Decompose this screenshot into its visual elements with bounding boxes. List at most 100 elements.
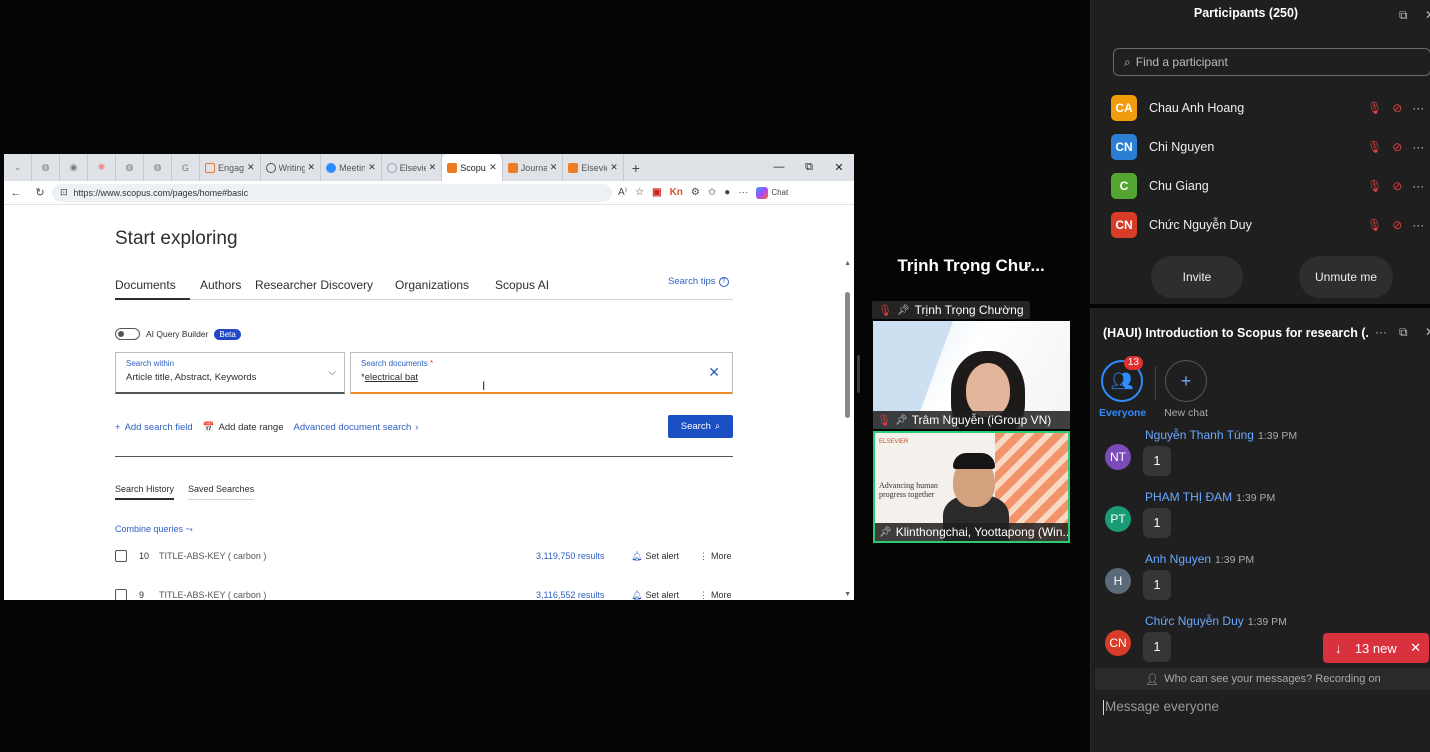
ai-query-builder-toggle[interactable]	[115, 328, 140, 340]
browser-tab-active[interactable]: Scopus✕	[442, 154, 503, 181]
clear-search-icon[interactable]: ✕	[708, 364, 720, 381]
close-icon[interactable]: ✕	[1410, 640, 1421, 656]
favorites-icon[interactable]: ✩	[708, 187, 716, 198]
browser-tab[interactable]: Journal✕	[503, 154, 564, 181]
search-button[interactable]: Search ⌕	[668, 415, 733, 438]
pinned-tab[interactable]: ◍	[32, 154, 60, 181]
search-documents-input[interactable]: Search documents * *electrical bat I ✕	[350, 352, 733, 394]
more-options-icon[interactable]: ···	[1412, 179, 1424, 193]
combine-queries-link[interactable]: Combine queries ⤳	[115, 524, 193, 535]
tab-actions-icon[interactable]: ⌄	[4, 154, 32, 181]
pinned-tab[interactable]: ◍	[116, 154, 144, 181]
close-tab-icon[interactable]: ✕	[489, 162, 497, 173]
new-tab-plus-icon[interactable]: +	[624, 160, 648, 176]
history-checkbox[interactable]	[115, 589, 127, 600]
minimize-icon[interactable]: —	[764, 161, 794, 174]
message-input[interactable]: Message everyone	[1103, 699, 1219, 715]
scroll-up-arrow-icon[interactable]: ▲	[844, 260, 851, 267]
channel-everyone[interactable]: 👥︎ 13 Everyone	[1099, 356, 1146, 419]
reload-icon[interactable]: ↻	[28, 186, 52, 199]
history-results-link[interactable]: 3,116,552 results	[536, 590, 631, 600]
participant-row[interactable]: CN Chức Nguyễn Duy 🎙︎ ⊘ ···	[1111, 211, 1430, 239]
close-tab-icon[interactable]: ✕	[247, 162, 255, 173]
tab-organizations[interactable]: Organizations	[395, 278, 495, 300]
pinned-tab[interactable]: ◍	[144, 154, 172, 181]
browser-tab[interactable]: Elsevier✕	[563, 154, 624, 181]
message-bubble[interactable]: 1	[1143, 632, 1171, 662]
search-tips-link[interactable]: Search tips ?	[668, 276, 729, 287]
invite-button[interactable]: Invite	[1151, 256, 1243, 298]
add-search-field-button[interactable]: + Add search field	[115, 422, 193, 433]
video-tile-active-speaker[interactable]: ELSEVIER Advancing human progress togethe…	[873, 431, 1070, 543]
profile-avatar-icon[interactable]: ●	[724, 187, 730, 198]
close-icon[interactable]: ✕	[1425, 8, 1430, 22]
close-window-icon[interactable]: ✕	[824, 161, 854, 174]
pinned-tab[interactable]: ◉	[60, 154, 88, 181]
browser-tab[interactable]: Meetin ✕	[321, 154, 382, 181]
copilot-chat-button[interactable]: Chat	[756, 186, 788, 199]
favorite-star-icon[interactable]: ☆	[635, 187, 644, 198]
set-alert-button[interactable]: 🔔︎ Set alert	[631, 551, 699, 562]
muted-mic-icon[interactable]: 🎙︎	[1367, 101, 1382, 115]
muted-mic-icon[interactable]: 🎙︎	[1367, 218, 1382, 232]
more-options-icon[interactable]: ···	[1412, 218, 1424, 232]
video-off-icon[interactable]: ⊘	[1392, 101, 1402, 115]
history-checkbox[interactable]	[115, 550, 127, 562]
browser-tab[interactable]: Engage✕	[200, 154, 261, 181]
video-off-icon[interactable]: ⊘	[1392, 179, 1402, 193]
more-options-icon[interactable]: ···	[738, 187, 748, 198]
extension-puzzle-icon[interactable]: ⚙	[691, 187, 700, 198]
back-arrow-icon[interactable]: ←	[4, 187, 28, 199]
muted-mic-icon[interactable]: 🎙︎	[1367, 179, 1382, 193]
site-info-icon[interactable]: ⊡	[60, 187, 68, 198]
participant-row[interactable]: CN Chi Nguyen 🎙︎ ⊘ ···	[1111, 133, 1430, 161]
page-scrollbar[interactable]	[845, 292, 850, 418]
history-results-link[interactable]: 3,119,750 results	[536, 551, 631, 561]
close-tab-icon[interactable]: ✕	[429, 162, 437, 173]
search-within-select[interactable]: Search within Article title, Abstract, K…	[115, 352, 345, 394]
chat-visibility-notice[interactable]: 👤︎ Who can see your messages? Recording …	[1095, 668, 1430, 690]
tab-saved-searches[interactable]: Saved Searches	[188, 484, 255, 500]
popout-icon[interactable]: ⧉	[1399, 325, 1408, 340]
unmute-me-button[interactable]: Unmute me	[1299, 256, 1393, 298]
pinned-tab[interactable]: G	[172, 154, 200, 181]
close-icon[interactable]: ✕	[1425, 325, 1430, 339]
set-alert-button[interactable]: 🔔︎ Set alert	[631, 590, 699, 601]
message-bubble[interactable]: 1	[1143, 570, 1171, 600]
url-field[interactable]: ⊡ https://www.scopus.com/pages/home#basi…	[52, 183, 612, 202]
find-participant-input[interactable]: ⌕ Find a participant	[1113, 48, 1430, 76]
tab-researcher-discovery[interactable]: Researcher Discovery	[255, 278, 395, 300]
browser-tab[interactable]: Elsevie✕	[382, 154, 443, 181]
restore-icon[interactable]: ⧉	[794, 161, 824, 174]
pinned-tab[interactable]: ✺	[88, 154, 116, 181]
close-tab-icon[interactable]: ✕	[368, 162, 376, 173]
add-date-range-button[interactable]: 📅 Add date range	[203, 422, 284, 433]
browser-tab[interactable]: Writing ✕	[261, 154, 322, 181]
video-off-icon[interactable]: ⊘	[1392, 218, 1402, 232]
read-aloud-icon[interactable]: A⁾	[618, 187, 627, 198]
video-tile[interactable]: 🎙︎ 📌︎ Trâm Nguyễn (iGroup VN)	[873, 321, 1070, 429]
new-chat-button[interactable]: + New chat	[1163, 360, 1209, 419]
tab-documents[interactable]: Documents	[115, 278, 190, 300]
popout-icon[interactable]: ⧉	[1399, 8, 1408, 23]
participant-row[interactable]: CA Chau Anh Hoang 🎙︎ ⊘ ···	[1111, 94, 1430, 122]
scroll-down-arrow-icon[interactable]: ▼	[844, 591, 851, 598]
message-bubble[interactable]: 1	[1143, 508, 1171, 538]
close-tab-icon[interactable]: ✕	[308, 162, 316, 173]
video-off-icon[interactable]: ⊘	[1392, 140, 1402, 154]
more-button[interactable]: ⋮ More	[699, 551, 732, 562]
tab-authors[interactable]: Authors	[190, 278, 255, 300]
more-options-icon[interactable]: ···	[1412, 101, 1424, 115]
panel-splitter[interactable]	[857, 355, 860, 393]
more-button[interactable]: ⋮ More	[699, 590, 732, 601]
participant-row[interactable]: C Chu Giang 🎙︎ ⊘ ···	[1111, 172, 1430, 200]
tab-search-history[interactable]: Search History	[115, 484, 175, 500]
more-options-icon[interactable]: ···	[1375, 325, 1387, 339]
tab-scopus-ai[interactable]: Scopus AI	[495, 278, 575, 300]
more-options-icon[interactable]: ···	[1412, 140, 1424, 154]
close-tab-icon[interactable]: ✕	[610, 162, 618, 173]
advanced-search-link[interactable]: Advanced document search ›	[294, 422, 419, 433]
extension-icon[interactable]: ▣	[652, 187, 661, 198]
extension-icon[interactable]: Kn	[670, 187, 683, 198]
muted-mic-icon[interactable]: 🎙︎	[1367, 140, 1382, 154]
